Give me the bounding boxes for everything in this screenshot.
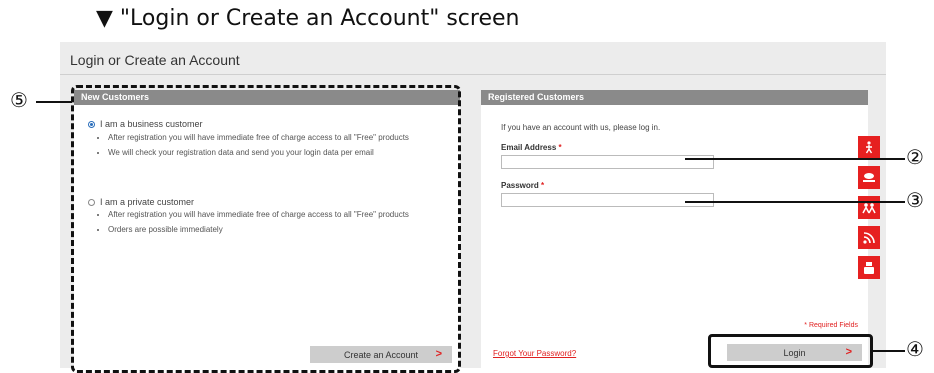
required-star: * [558,143,562,152]
login-intro: If you have an account with us, please l… [501,123,661,132]
required-star: * [541,181,545,190]
callout-line-4 [873,350,905,352]
callout-3: ③ [906,188,924,212]
email-label-text: Email Address [501,143,557,152]
email-field[interactable] [501,155,714,169]
forgot-password-link[interactable]: Forgot Your Password? [493,349,576,358]
callout-5: ⑤ [10,88,28,112]
registered-customers-header: Registered Customers [481,90,868,105]
callout-2: ② [906,145,924,169]
person-icon[interactable] [858,136,880,159]
page-heading: ▼ "Login or Create an Account" screen [96,6,520,31]
new-customers-highlight [71,85,461,373]
password-label: Password * [501,181,544,190]
required-fields-note: * Required Fields [804,322,858,329]
login-button-highlight [708,334,873,368]
password-label-text: Password [501,181,539,190]
callout-line-2 [685,158,905,160]
callout-line-3 [685,201,905,203]
callout-4: ④ [906,337,924,361]
people-icon[interactable] [858,196,880,219]
password-field[interactable] [501,193,714,207]
title-divider [60,74,886,75]
email-label: Email Address * [501,143,562,152]
screen-title: Login or Create an Account [70,52,240,68]
callout-line-5 [36,101,72,103]
rss-icon[interactable] [858,226,880,249]
monitor-icon[interactable] [858,166,880,189]
registered-customers-panel: Registered Customers If you have an acco… [481,90,868,368]
youtube-icon[interactable] [858,256,880,279]
